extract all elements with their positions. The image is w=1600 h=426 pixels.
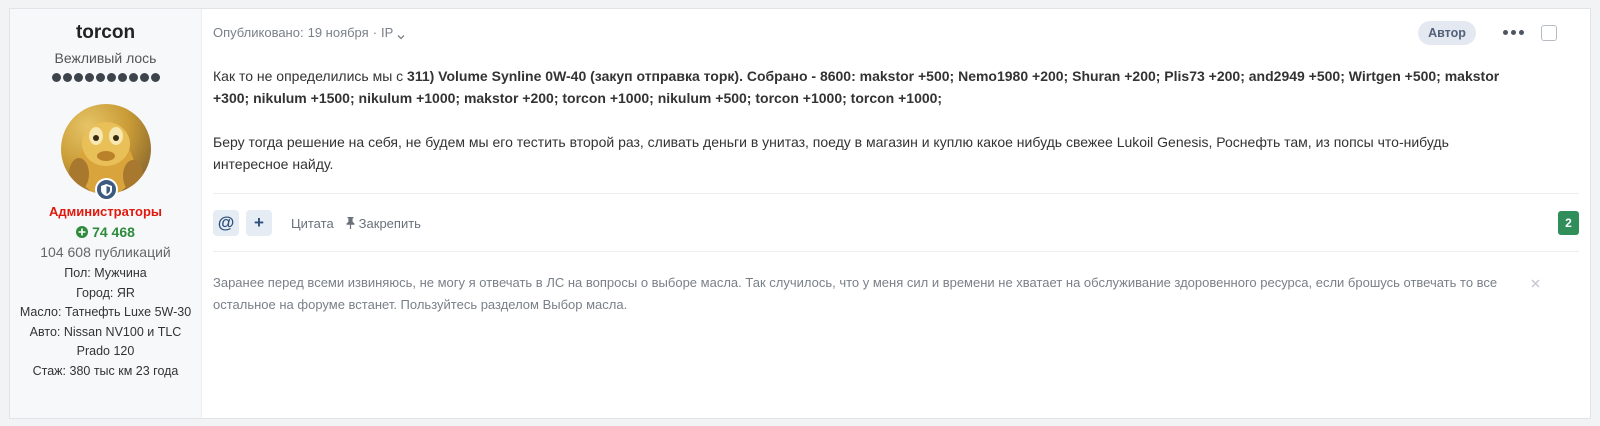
post-paragraph-1: Как то не определились мы с 311) Volume … [213,68,1500,106]
select-post-checkbox[interactable] [1541,25,1557,41]
more-options-button[interactable] [1502,22,1524,42]
rank-pip [84,73,94,82]
author-group: Администраторы [48,204,163,219]
rank-pip [95,73,105,82]
avatar-wrap[interactable] [60,104,151,201]
shield-icon [94,178,118,201]
divider [213,251,1579,252]
rank-pip [106,73,116,82]
rank-pips [51,73,160,82]
rank-pip [150,73,160,82]
rank-pip [51,73,61,82]
meta-separator: · [372,25,378,40]
post-body: Как то не определились мы с 311) Volume … [213,65,1523,175]
author-title: Вежливый лось [54,50,157,66]
field-gender: Пол: Мужчина [64,266,147,280]
rank-pip [73,73,83,82]
rank-pip [117,73,127,82]
multiquote-add-button[interactable]: + [246,210,272,236]
rank-pip [128,73,138,82]
field-experience: Стаж: 380 тыс км 23 года [32,363,179,378]
pin-button[interactable]: Закрепить [346,216,421,231]
plus-circle-icon [76,226,89,238]
mention-button[interactable]: @ [213,210,239,236]
rank-pip [62,73,72,82]
author-panel: torcon Вежливый лось Администраторы 74 4… [10,9,202,418]
reputation-value: 74 468 [92,224,135,240]
chevron-down-icon[interactable] [397,29,405,39]
author-tag: Автор [1418,21,1476,45]
forum-post: torcon Вежливый лось Администраторы 74 4… [9,8,1591,419]
field-car: Авто: Nissan NV100 и TLC Prado 120 [29,324,182,359]
post-actions: @ + Цитата Закрепить 2 [213,210,1579,236]
close-icon[interactable] [1528,276,1542,290]
ellipsis-icon [1502,29,1508,35]
field-city: Город: ЯR [76,285,135,300]
author-name[interactable]: torcon [76,22,135,44]
posts-count: 104 608 публикаций [40,244,171,260]
rank-pip [139,73,149,82]
quote-button[interactable]: Цитата [291,216,334,231]
field-oil: Масло: Татнефть Luxe 5W-30 [19,305,192,319]
pin-icon [346,217,355,229]
published-label: Опубликовано: [213,25,304,40]
post-content: Опубликовано: 19 ноября · IP Автор Как т… [202,9,1590,418]
signature-text: Заранее перед всеми извиняюсь, не могу я… [213,275,1498,312]
reputation[interactable]: 74 468 [76,223,135,241]
post-meta: Опубликовано: 19 ноября · IP [213,25,405,40]
divider [213,193,1579,194]
post-paragraph-2: Беру тогда решение на себя, не будем мы … [213,134,1449,172]
post-date[interactable]: 19 ноября [308,25,369,40]
ip-link[interactable]: IP [381,25,393,40]
reaction-count-badge[interactable]: 2 [1558,211,1579,235]
author-fields: Пол: Мужчина Город: ЯR Масло: Татнефть L… [20,264,192,381]
